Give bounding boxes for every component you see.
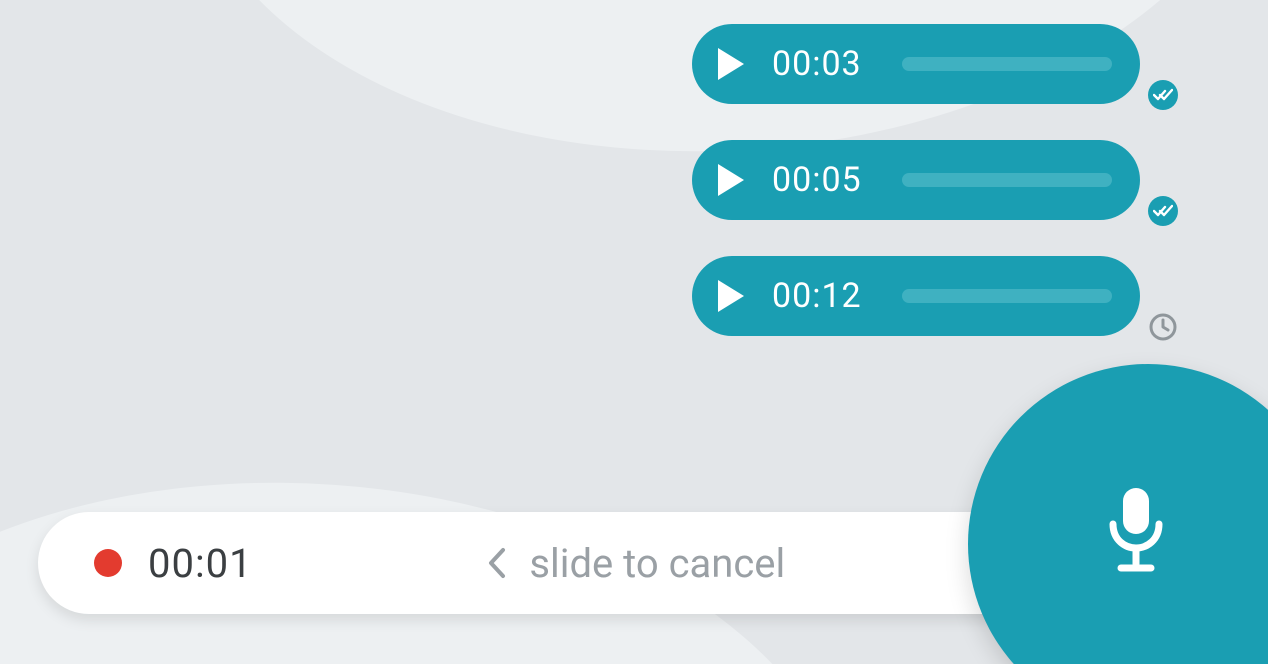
recording-elapsed: 00:01: [148, 540, 253, 587]
voice-progress-bar[interactable]: [902, 289, 1112, 303]
double-check-icon: [1153, 88, 1173, 102]
voice-message-row: 00:03: [0, 24, 1268, 104]
voice-message[interactable]: 00:05: [692, 140, 1140, 220]
voice-message-row: 00:12: [0, 256, 1268, 336]
record-dot-icon: [94, 549, 122, 577]
message-status-read: [1148, 80, 1178, 110]
voice-progress-bar[interactable]: [902, 173, 1112, 187]
voice-message-duration: 00:03: [772, 44, 872, 84]
voice-message-row: 00:05: [0, 140, 1268, 220]
slide-to-cancel[interactable]: slide to cancel: [253, 540, 1018, 587]
play-icon[interactable]: [718, 280, 744, 312]
play-icon[interactable]: [718, 164, 744, 196]
voice-message[interactable]: 00:12: [692, 256, 1140, 336]
messages-list: 00:03 00:05: [0, 24, 1268, 372]
message-status-pending: [1148, 312, 1178, 342]
voice-message[interactable]: 00:03: [692, 24, 1140, 104]
double-check-icon: [1153, 204, 1173, 218]
play-icon[interactable]: [718, 48, 744, 80]
chat-screen: 00:03 00:05: [0, 0, 1268, 664]
message-status-read: [1148, 196, 1178, 226]
microphone-button[interactable]: [968, 364, 1268, 664]
voice-message-duration: 00:05: [772, 160, 872, 200]
chevron-left-icon: [485, 546, 507, 580]
voice-progress-bar[interactable]: [902, 57, 1112, 71]
clock-icon: [1148, 312, 1178, 342]
voice-message-duration: 00:12: [772, 276, 872, 316]
recording-bar[interactable]: 00:01 slide to cancel: [38, 512, 1058, 614]
microphone-icon: [1101, 484, 1171, 576]
slide-to-cancel-label: slide to cancel: [529, 540, 785, 587]
